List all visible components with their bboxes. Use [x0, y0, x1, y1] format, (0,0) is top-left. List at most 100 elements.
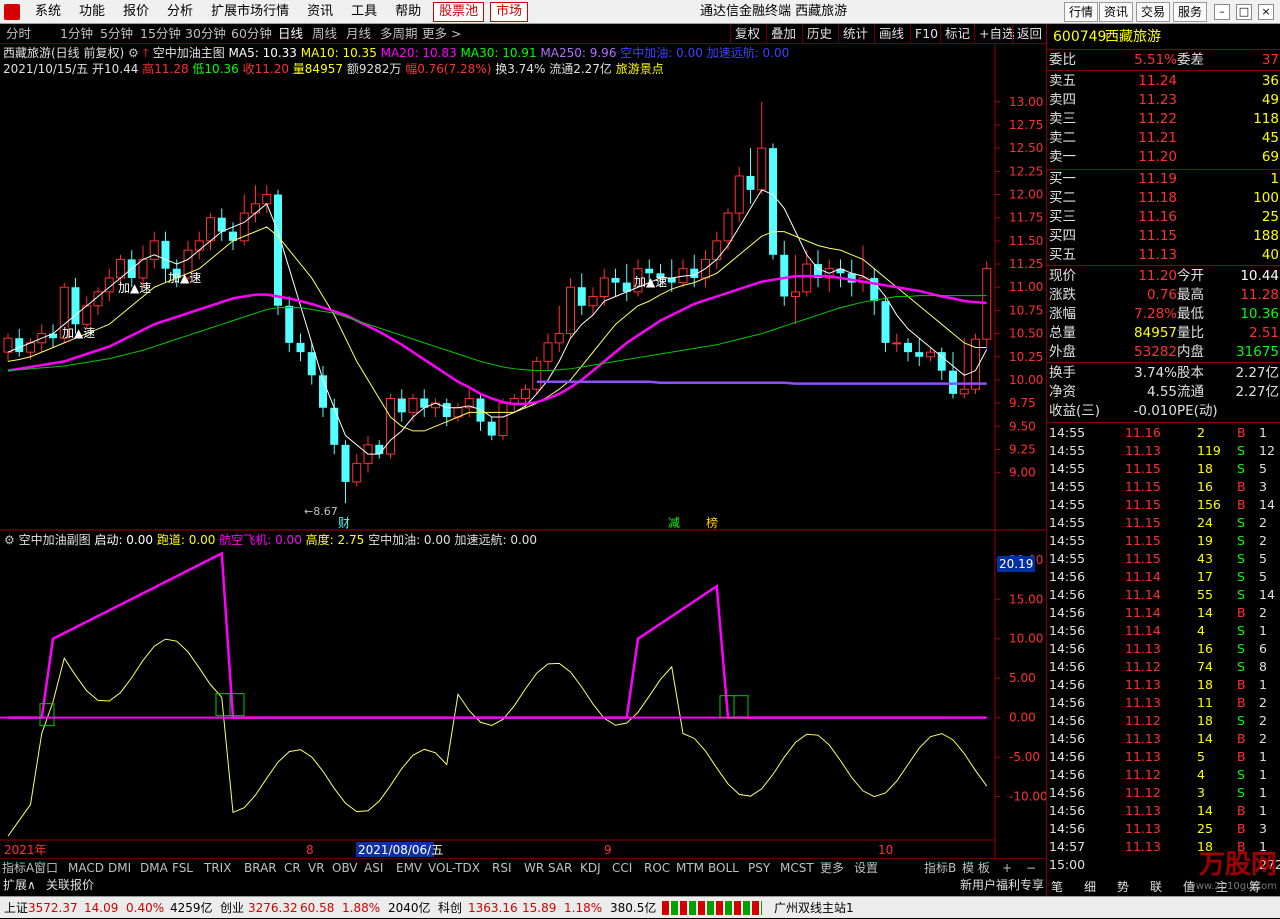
period-daily[interactable]: 日线	[278, 24, 303, 44]
sub-yellow-line	[7, 638, 988, 837]
menu-item[interactable]: 功能	[70, 0, 114, 24]
indicator-tab[interactable]: VOL-TDX	[428, 859, 480, 877]
indicator-tab[interactable]: CR	[284, 859, 301, 877]
qd-label: 启动: 0.00	[94, 533, 154, 547]
news-button[interactable]: 资讯	[1099, 2, 1134, 22]
tick-cell: 11.13	[1125, 641, 1161, 656]
indicator-tab[interactable]: BOLL	[708, 859, 739, 877]
indicator-b-tab[interactable]: 模 板	[962, 859, 990, 877]
tick-side-tab[interactable]: 细	[1084, 878, 1096, 895]
related-quote-button[interactable]: 关联报价	[46, 876, 94, 894]
bid-row-cell: 买一	[1049, 171, 1076, 187]
market-button[interactable]: 市场	[490, 2, 529, 22]
tick-cell: 14:55	[1049, 497, 1086, 512]
main-indicator-label[interactable]: 空中加油主图	[153, 46, 225, 60]
tick-side-tab[interactable]: 笔	[1051, 878, 1063, 895]
mark-button[interactable]: 标记	[940, 24, 974, 44]
indicator-tab[interactable]: ROC	[644, 859, 670, 877]
history-button[interactable]: 历史	[802, 24, 836, 44]
sub-gear-icon[interactable]: ⚙	[4, 533, 15, 547]
adjust-button[interactable]: 复权	[730, 24, 764, 44]
kc-label[interactable]: 科创	[438, 897, 462, 919]
period-monthly[interactable]: 月线	[346, 24, 371, 44]
period-5min[interactable]: 5分钟	[100, 24, 133, 44]
menu-item[interactable]: 扩展市场行情	[202, 0, 298, 24]
sh-label[interactable]: 上证	[4, 897, 28, 919]
indicator-tab[interactable]: MTM	[676, 859, 704, 877]
indicator-tab[interactable]: EMV	[396, 859, 422, 877]
draw-button[interactable]: 画线	[874, 24, 908, 44]
indicator-tab[interactable]: MCST	[780, 859, 814, 877]
indicator-tab[interactable]: WR	[524, 859, 544, 877]
indicator-tab[interactable]: TRIX	[204, 859, 231, 877]
minimize-icon[interactable]: –	[1214, 4, 1230, 20]
watermark-url: www.2010gu.com	[1187, 881, 1277, 892]
server-label[interactable]: 广州双线主站1	[774, 897, 854, 919]
indicator-tab[interactable]: KDJ	[580, 859, 601, 877]
quote-button[interactable]: 行情	[1064, 2, 1099, 22]
ma20-label: MA20: 10.83	[380, 46, 457, 60]
stock-pool-button[interactable]: 股票池	[433, 2, 485, 22]
sub-indicator-label[interactable]: 空中加油副图	[19, 533, 91, 547]
bar-sector[interactable]: 旅游景点	[616, 62, 664, 76]
menu-item[interactable]: 工具	[342, 0, 386, 24]
indicator-b-tab[interactable]: 指标B	[924, 859, 956, 877]
candle-body	[588, 296, 598, 307]
overlay-button[interactable]: 叠加	[766, 24, 800, 44]
indicator-tab[interactable]: DMA	[140, 859, 168, 877]
new-user-promo[interactable]: 新用户福利专享	[960, 876, 1044, 894]
indicator-tab[interactable]: OBV	[332, 859, 358, 877]
stats-button[interactable]: 统计	[838, 24, 872, 44]
tick-cell: 74	[1197, 659, 1213, 674]
expand-button[interactable]: 扩展∧	[3, 876, 36, 894]
menu-item[interactable]: 帮助	[386, 0, 430, 24]
tick-cell: 11.13	[1125, 803, 1161, 818]
f10-button[interactable]: F10	[910, 24, 942, 44]
indicator-gear-icon[interactable]: ⚙	[128, 46, 139, 60]
bid-row-cell: 买五	[1049, 247, 1076, 263]
indicator-tab[interactable]: RSI	[492, 859, 512, 877]
indicator-tab[interactable]: 窗口	[34, 859, 58, 877]
service-button[interactable]: 服务	[1173, 2, 1208, 22]
indicator-tab[interactable]: PSY	[748, 859, 770, 877]
indicator-tab[interactable]: SAR	[548, 859, 572, 877]
indicator-tab[interactable]: VR	[308, 859, 325, 877]
stat-cell: 84957	[1134, 325, 1177, 341]
indicator-tab[interactable]: BRAR	[244, 859, 277, 877]
indicator-tab[interactable]: 更多	[820, 859, 844, 877]
period-15min[interactable]: 15分钟	[140, 24, 181, 44]
period-intraday[interactable]: 分时	[6, 24, 31, 44]
bar-float: 流通2.27亿	[549, 62, 612, 76]
bid-row: 买一 11.19 1	[1047, 170, 1280, 189]
menu-item[interactable]: 资讯	[298, 0, 342, 24]
close-icon[interactable]: ×	[1258, 4, 1274, 20]
indicator-tab[interactable]: ASI	[364, 859, 383, 877]
maximize-icon[interactable]: □	[1236, 4, 1252, 20]
indicator-tab[interactable]: 设置	[854, 859, 878, 877]
indicator-tab[interactable]: MACD	[68, 859, 104, 877]
bid-row-cell: 25	[1261, 209, 1279, 225]
tick-cell: 17	[1197, 569, 1213, 584]
indicator-b-tab[interactable]: −	[1026, 859, 1036, 877]
period-60min[interactable]: 60分钟	[231, 24, 272, 44]
indicator-tab[interactable]: DMI	[108, 859, 131, 877]
period-1min[interactable]: 1分钟	[60, 24, 93, 44]
stock-name: 西藏旅游	[1105, 29, 1161, 45]
menu-item[interactable]: 报价	[114, 0, 158, 24]
period-more[interactable]: 更多 >	[422, 24, 461, 44]
period-weekly[interactable]: 周线	[312, 24, 337, 44]
tick-cell: S	[1237, 533, 1245, 548]
indicator-tab[interactable]: CCI	[612, 859, 632, 877]
period-30min[interactable]: 30分钟	[185, 24, 226, 44]
menu-item[interactable]: 分析	[158, 0, 202, 24]
indicator-tab[interactable]: 指标A	[2, 859, 34, 877]
bar-info-line: 2021/10/15/五 开10.44 高11.28 低10.36 收11.20…	[3, 61, 664, 77]
period-multi[interactable]: 多周期	[380, 24, 418, 44]
menu-item[interactable]: 系统	[26, 0, 70, 24]
cy-label[interactable]: 创业	[220, 897, 244, 919]
indicator-b-tab[interactable]: +	[1002, 859, 1012, 877]
indicator-tab[interactable]: FSL	[172, 859, 193, 877]
chart-area[interactable]: 加▲速加▲速加▲速加▲速←8.67财减榜 13.0012.7512.5012.2…	[0, 44, 1046, 858]
back-button[interactable]: 返回	[1012, 24, 1046, 44]
trade-button[interactable]: 交易	[1136, 2, 1171, 22]
